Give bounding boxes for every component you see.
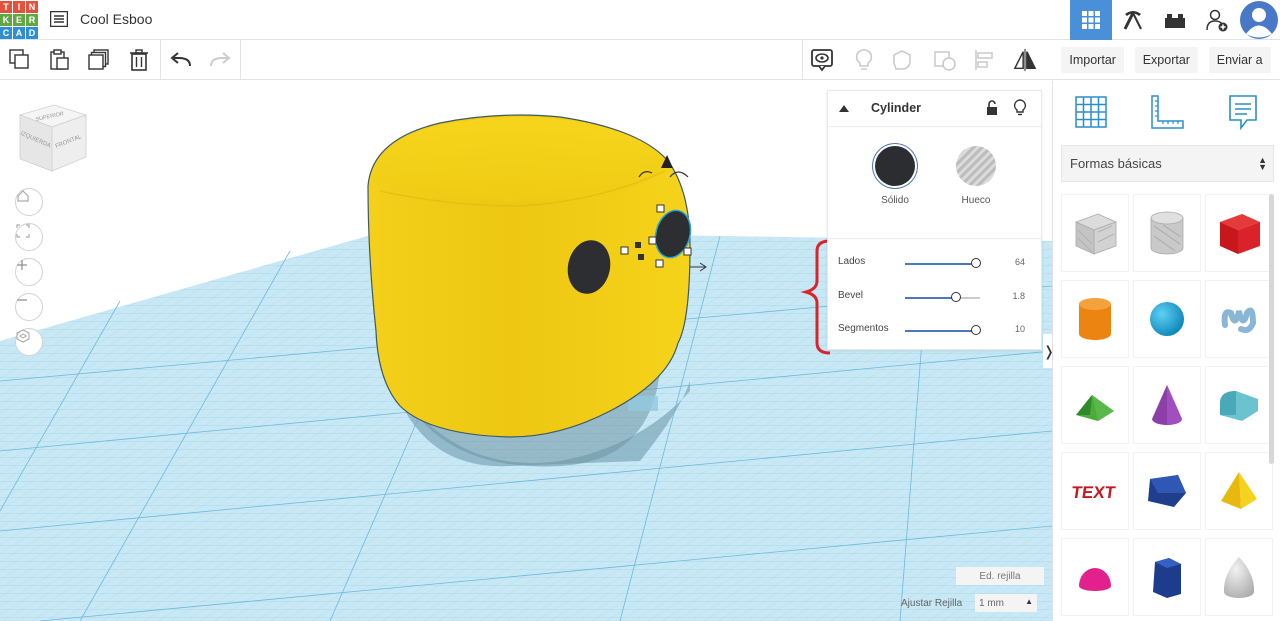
logo-letter: C [0, 27, 12, 39]
redo-icon[interactable] [208, 48, 232, 72]
duplicate-icon[interactable] [87, 48, 111, 72]
workplane-grid-icon[interactable] [1069, 91, 1113, 133]
slider-fill [905, 330, 976, 332]
fit-view-button[interactable] [15, 223, 43, 251]
shape-properties-panel: Cylinder Sólido Hueco Lados 64 Bevel 1.8 Seg… [827, 90, 1042, 350]
grid-view-icon[interactable] [1070, 0, 1112, 40]
home-view-button[interactable] [15, 188, 43, 216]
import-button[interactable]: Importar [1061, 46, 1124, 73]
tinkercad-logo[interactable]: TIN KER CAD [0, 1, 38, 39]
slider-value[interactable]: 64 [1015, 257, 1025, 267]
cylinder-hole-shape[interactable] [1133, 194, 1201, 272]
paraboloid-shape[interactable] [1205, 538, 1273, 616]
logo-letter: E [13, 14, 25, 26]
snap-grid-select[interactable]: 1 mm ▲ [975, 594, 1037, 612]
logo-letter: K [0, 14, 12, 26]
shapes-library-panel: Formas básicas ▲ ▼ TEXT [1052, 81, 1280, 621]
snap-grid-label: Ajustar Rejilla [901, 598, 963, 609]
light-icon[interactable] [852, 48, 876, 72]
slider-thumb[interactable] [971, 325, 981, 335]
half-sphere-shape[interactable] [1061, 538, 1129, 616]
caret-up-icon: ▲ [1025, 597, 1033, 606]
slider-thumb[interactable] [971, 258, 981, 268]
logo-letter: D [26, 27, 38, 39]
slider-label: Segmentos [838, 323, 889, 334]
sphere-shape[interactable] [1133, 280, 1201, 358]
slider-segmentos[interactable]: Segmentos 10 [838, 323, 1033, 339]
box-shape[interactable] [1205, 194, 1273, 272]
workplane-canvas[interactable]: SUPERIOR IZQUIERDA FRONTAL Cylinder Sóli… [0, 81, 1052, 621]
slider-value[interactable]: 10 [1015, 324, 1025, 334]
logo-letter: I [13, 1, 25, 13]
undo-icon[interactable] [169, 48, 193, 72]
bricks-icon[interactable] [1154, 0, 1196, 40]
prism-shape[interactable] [1133, 538, 1201, 616]
copy-icon[interactable] [8, 48, 32, 72]
pyramid-shape[interactable] [1205, 452, 1273, 530]
profile-avatar-icon[interactable] [1238, 0, 1280, 40]
shape-category-value: Formas básicas [1070, 156, 1162, 171]
cylinder-shape[interactable] [1061, 280, 1129, 358]
mirror-icon[interactable] [1013, 48, 1037, 72]
pickaxe-icon[interactable] [1112, 0, 1154, 40]
document-title[interactable]: Cool Esboo [80, 11, 152, 27]
view-cube[interactable]: SUPERIOR IZQUIERDA FRONTAL [16, 101, 88, 173]
scribble-shape[interactable] [1205, 280, 1273, 358]
hole-swatch[interactable] [956, 146, 996, 186]
slider-fill [905, 263, 976, 265]
notes-panel-icon[interactable] [1221, 91, 1265, 133]
slider-fill [905, 297, 956, 299]
group-icon[interactable] [892, 48, 916, 72]
library-scrollbar[interactable] [1269, 194, 1274, 464]
select-arrows-icon: ▲ ▼ [1258, 155, 1267, 172]
export-button[interactable]: Exportar [1134, 46, 1198, 73]
solid-color-swatch[interactable] [875, 146, 915, 186]
slider-label: Lados [838, 256, 866, 267]
delete-icon[interactable] [127, 48, 151, 72]
slider-bevel[interactable]: Bevel 1.8 [838, 290, 1033, 306]
cone-shape[interactable] [1133, 366, 1201, 444]
polygon-shape[interactable] [1133, 452, 1201, 530]
align-icon[interactable] [973, 48, 997, 72]
perspective-button[interactable] [15, 328, 43, 356]
logo-letter: T [0, 1, 12, 13]
add-user-icon[interactable] [1196, 0, 1238, 40]
ruler-icon[interactable] [1145, 91, 1189, 133]
top-bar: TIN KER CAD Cool Esboo [0, 0, 1280, 40]
zoom-out-button[interactable] [15, 293, 43, 321]
hole-icon[interactable] [933, 48, 957, 72]
edit-toolbar [0, 40, 1052, 80]
panel-toggle-chevron-icon[interactable]: ❭ [1043, 334, 1052, 368]
round-roof-shape[interactable] [1205, 366, 1273, 444]
action-bar: Importar Exportar Enviar a [1052, 40, 1280, 80]
slider-label: Bevel [838, 290, 864, 301]
slider-value[interactable]: 1.8 [1012, 291, 1025, 301]
slider-thumb[interactable] [951, 292, 961, 302]
send-to-button[interactable]: Enviar a [1208, 46, 1271, 73]
collapse-arrow-icon[interactable] [838, 103, 850, 113]
roof-shape[interactable] [1061, 366, 1129, 444]
box-hole-shape[interactable] [1061, 194, 1129, 272]
logo-letter: R [26, 14, 38, 26]
zoom-in-button[interactable] [15, 258, 43, 286]
logo-letter: N [26, 1, 38, 13]
slider-lados[interactable]: Lados 64 [838, 256, 1033, 272]
hole-label: Hueco [961, 195, 991, 206]
shape-category-select[interactable]: Formas básicas ▲ ▼ [1061, 145, 1274, 182]
notes-icon[interactable] [810, 48, 834, 72]
edit-grid-button[interactable]: Ed. rejilla [956, 567, 1044, 585]
text-shape[interactable]: TEXT [1061, 452, 1129, 530]
logo-letter: A [13, 27, 25, 39]
document-list-icon[interactable] [49, 10, 69, 28]
paste-icon[interactable] [47, 48, 71, 72]
solid-label: Sólido [881, 195, 909, 206]
shape-title: Cylinder [871, 101, 922, 115]
svg-text:TEXT: TEXT [1071, 483, 1117, 502]
snap-grid-value: 1 mm [979, 597, 1004, 609]
